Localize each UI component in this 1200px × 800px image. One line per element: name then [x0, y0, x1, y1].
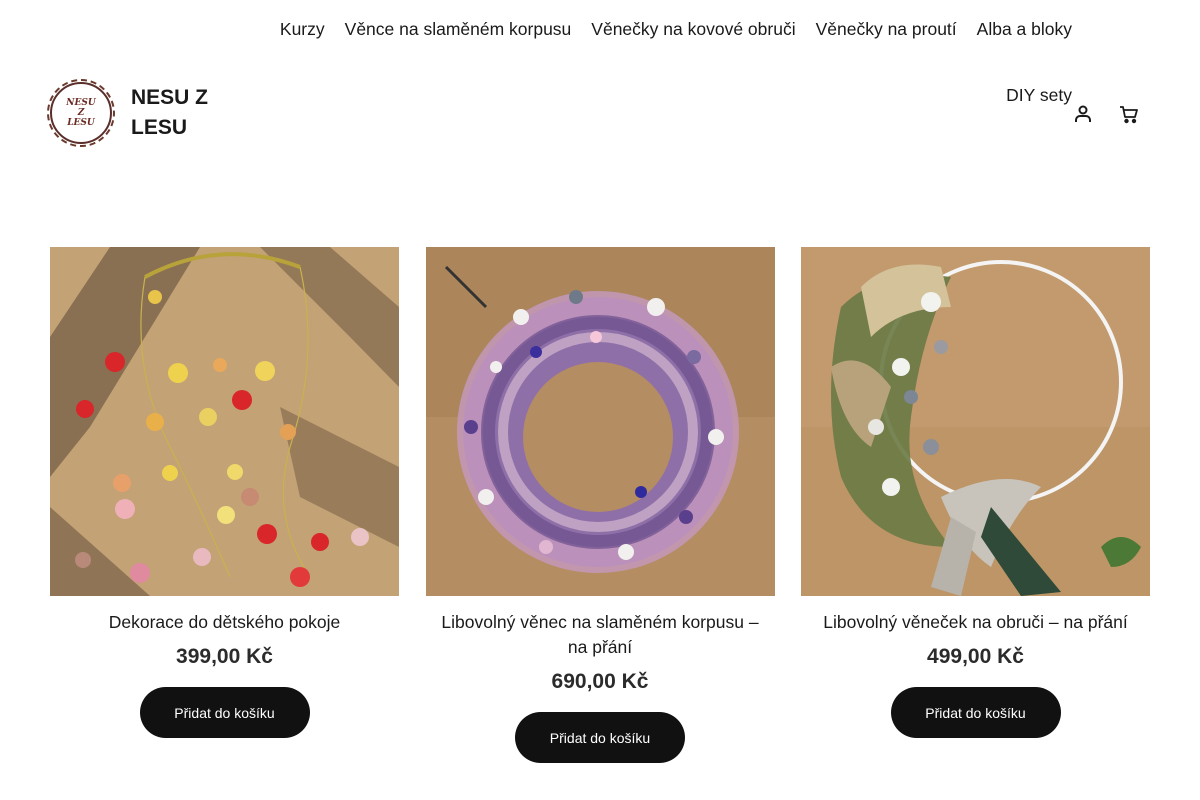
nav-item-alba-bloky[interactable]: Alba a bloky: [977, 18, 1072, 40]
logo-text-line-2: Z: [77, 108, 85, 118]
logo-text-line-3: LESU: [67, 118, 95, 128]
product-grid: Dekorace do dětského pokoje 399,00 Kč Př…: [50, 247, 1150, 763]
nav-item-kurzy[interactable]: Kurzy: [280, 18, 325, 40]
product-price: 690,00 Kč: [551, 670, 649, 693]
product-card: Dekorace do dětského pokoje 399,00 Kč Př…: [50, 247, 399, 763]
product-card: Libovolný věnec na slaměném korpusu – na…: [425, 247, 775, 763]
product-image-straw-wreath[interactable]: [425, 247, 775, 596]
main-navigation: Kurzy Věnce na slaměném korpusu Věnečky …: [260, 18, 1072, 106]
add-to-cart-button[interactable]: Přidat do košíku: [890, 687, 1061, 738]
product-image-hoop-wreath[interactable]: [801, 247, 1150, 596]
add-to-cart-button[interactable]: Přidat do košíku: [139, 687, 310, 738]
add-to-cart-button[interactable]: Přidat do košíku: [515, 712, 685, 763]
nav-item-venecky-kovove[interactable]: Věnečky na kovové obruči: [591, 18, 795, 40]
header-actions: [1072, 103, 1140, 125]
site-title-line-2: LESU: [131, 116, 188, 139]
site-branding: NESU Z LESU NESU Z LESU: [47, 79, 241, 147]
site-title[interactable]: NESU Z LESU: [131, 83, 241, 143]
product-image-pompom-garland[interactable]: [50, 247, 399, 596]
product-title[interactable]: Libovolný věneček na obruči – na přání: [806, 610, 1146, 635]
logo-text-line-1: NESU: [66, 98, 96, 108]
cart-icon[interactable]: [1118, 103, 1140, 125]
nav-item-diy-sety[interactable]: DIY sety: [1006, 84, 1072, 106]
account-icon[interactable]: [1072, 103, 1094, 125]
nav-item-vence-slameny[interactable]: Věnce na slaměném korpusu: [345, 18, 572, 40]
site-logo[interactable]: NESU Z LESU: [47, 79, 115, 147]
site-title-line-1: NESU Z: [131, 86, 209, 109]
product-title[interactable]: Dekorace do dětského pokoje: [55, 610, 395, 635]
nav-item-venecky-prouti[interactable]: Věnečky na proutí: [816, 18, 957, 40]
product-card: Libovolný věneček na obruči – na přání 4…: [801, 247, 1150, 763]
product-title[interactable]: Libovolný věnec na slaměném korpusu – na…: [430, 610, 770, 660]
product-price: 499,00 Kč: [927, 645, 1024, 668]
product-price: 399,00 Kč: [176, 645, 273, 668]
